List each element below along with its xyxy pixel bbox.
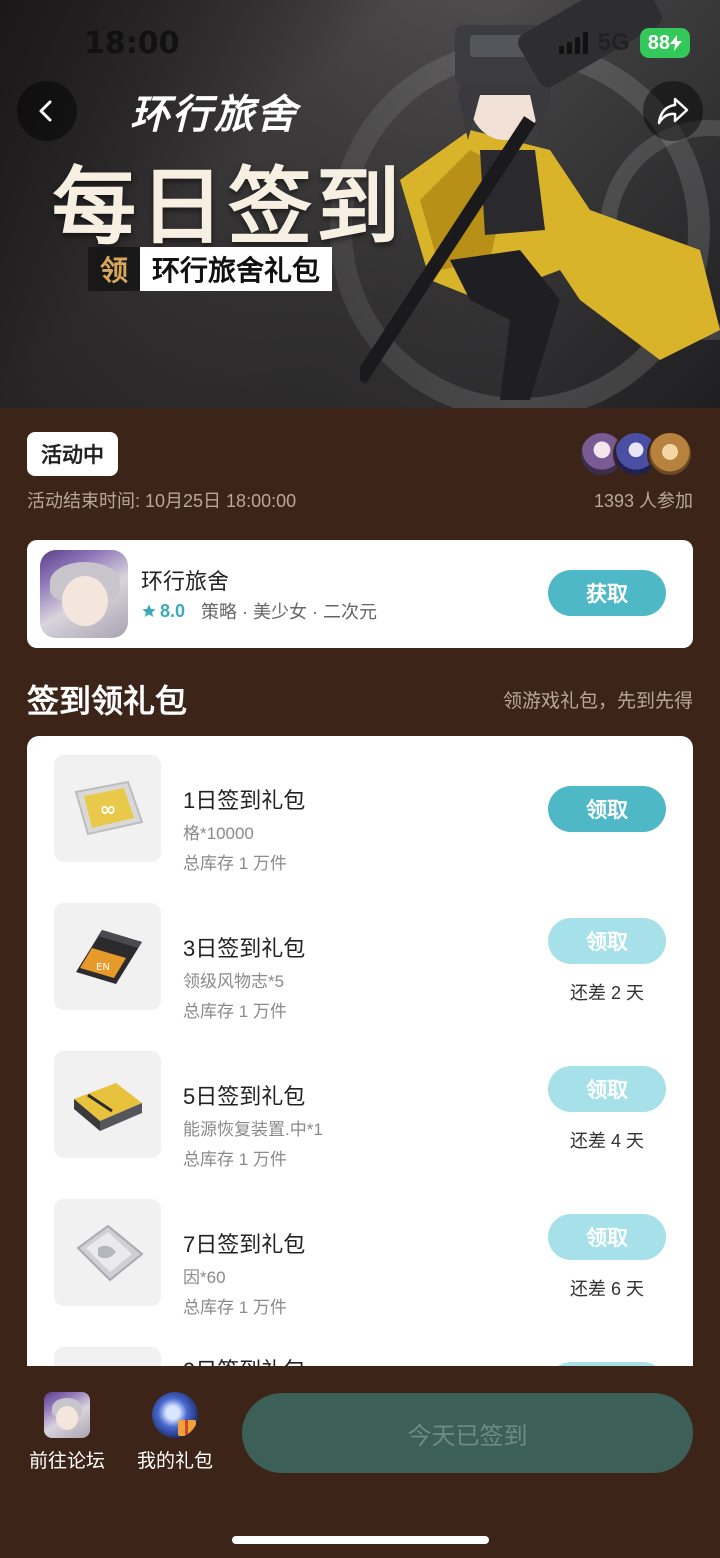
gift-stock: 总库存 1 万件 xyxy=(183,854,287,873)
gift-list: ∞ 1日签到礼包 格*10000 总库存 1 万件 领取 EN 3日签到礼包 领… xyxy=(27,736,693,1376)
gift-item-image: EN xyxy=(54,903,161,1010)
days-remaining: 还差 2 天 xyxy=(569,983,644,1003)
share-button[interactable] xyxy=(643,81,703,141)
participant-count: 1393 人参加 xyxy=(593,491,693,511)
gift-name: 5日签到礼包 xyxy=(183,1084,306,1109)
days-remaining: 还差 6 天 xyxy=(569,1279,644,1299)
star-icon xyxy=(142,604,156,617)
avatar xyxy=(647,431,693,477)
gift-item-image xyxy=(54,1051,161,1158)
gift-content: 领级风物志*5 xyxy=(183,972,285,991)
charging-bolt-icon xyxy=(670,35,682,51)
claim-button-disabled[interactable]: 领取 xyxy=(548,1066,666,1112)
my-gifts-label: 我的礼包 xyxy=(136,1451,213,1472)
gold-chip-icon: ∞ xyxy=(74,780,143,835)
gift-tag-text: 环行旅舍礼包 xyxy=(140,247,333,291)
game-name: 环行旅舍 xyxy=(141,569,230,594)
game-logo: 环行旅舍 xyxy=(130,92,298,138)
svg-text:EN: EN xyxy=(96,962,110,973)
banner-gift-tag: 领 环行旅舍礼包 xyxy=(88,247,333,291)
gift-stock: 总库存 1 万件 xyxy=(183,1298,287,1317)
network-type: 5G xyxy=(597,29,630,56)
gift-box-icon xyxy=(152,1392,198,1438)
forum-label: 前往论坛 xyxy=(28,1451,105,1472)
back-button[interactable] xyxy=(17,81,77,141)
silver-material-icon xyxy=(75,1224,144,1281)
rating-value: 8.0 xyxy=(160,600,186,621)
gift-content: 因*60 xyxy=(183,1268,226,1287)
signed-in-today-button[interactable]: 今天已签到 xyxy=(242,1393,693,1473)
gift-name: 1日签到礼包 xyxy=(183,788,306,813)
game-icon xyxy=(40,550,128,638)
gift-content: 能源恢复装置.中*1 xyxy=(183,1120,323,1139)
record-book-icon: EN xyxy=(75,929,142,984)
activity-status-badge: 活动中 xyxy=(27,432,118,476)
days-remaining: 还差 4 天 xyxy=(569,1131,644,1151)
list-item: 5日签到礼包 能源恢复装置.中*1 总库存 1 万件 领取 还差 4 天 xyxy=(27,1051,693,1169)
section-subtitle: 领游戏礼包，先到先得 xyxy=(502,691,693,712)
claim-button-disabled[interactable]: 领取 xyxy=(548,1214,666,1260)
section-title: 签到领礼包 xyxy=(27,683,188,719)
gift-item-image: ∞ xyxy=(54,755,161,862)
gift-item-image xyxy=(54,1199,161,1306)
game-meta: 8.0 策略 · 美少女 · 二次元 xyxy=(141,598,377,624)
battery-level: 88 xyxy=(647,31,670,54)
gift-content: 格*10000 xyxy=(183,824,254,843)
chevron-left-icon xyxy=(39,100,52,122)
banner-character-art xyxy=(360,0,720,400)
banner-title: 每日签到 xyxy=(52,157,405,256)
home-indicator[interactable] xyxy=(232,1536,489,1544)
gift-stock: 总库存 1 万件 xyxy=(183,1002,287,1021)
get-game-button[interactable]: 获取 xyxy=(548,570,666,616)
claim-button-disabled[interactable]: 领取 xyxy=(548,918,666,964)
game-rating: 8.0 xyxy=(141,601,185,622)
status-bar-indicators: 5G 88 xyxy=(558,28,690,58)
go-to-forum-button[interactable]: 前往论坛 xyxy=(22,1392,112,1473)
game-tags: 策略 · 美少女 · 二次元 xyxy=(201,602,378,622)
event-banner: 18:00 5G 88 环行旅舍 每日签到 领 环行旅舍礼包 xyxy=(0,0,720,408)
share-arrow-icon xyxy=(657,97,689,125)
svg-text:∞: ∞ xyxy=(99,797,116,821)
game-card[interactable]: 环行旅舍 8.0 策略 · 美少女 · 二次元 获取 xyxy=(27,540,693,648)
list-item: ∞ 1日签到礼包 格*10000 总库存 1 万件 领取 xyxy=(27,755,693,873)
forum-avatar-icon xyxy=(44,1392,90,1438)
gift-stock: 总库存 1 万件 xyxy=(183,1150,287,1169)
list-item: EN 3日签到礼包 领级风物志*5 总库存 1 万件 领取 还差 2 天 xyxy=(27,903,693,1021)
status-bar-time: 18:00 xyxy=(84,26,180,61)
cellular-signal-icon xyxy=(558,32,588,54)
claim-button[interactable]: 领取 xyxy=(548,786,666,832)
battery-icon: 88 xyxy=(639,28,690,58)
gift-name: 3日签到礼包 xyxy=(183,936,306,961)
gift-name: 7日签到礼包 xyxy=(183,1232,306,1257)
activity-end-time: 活动结束时间: 10月25日 18:00:00 xyxy=(27,491,297,511)
bottom-action-bar: 前往论坛 我的礼包 今天已签到 xyxy=(0,1366,720,1558)
list-item: 7日签到礼包 因*60 总库存 1 万件 领取 还差 6 天 xyxy=(27,1199,693,1317)
my-gifts-button[interactable]: 我的礼包 xyxy=(130,1392,220,1473)
gift-tag-lead: 领 xyxy=(88,247,140,291)
participant-avatars[interactable] xyxy=(579,431,693,477)
energy-device-icon xyxy=(73,1082,142,1131)
